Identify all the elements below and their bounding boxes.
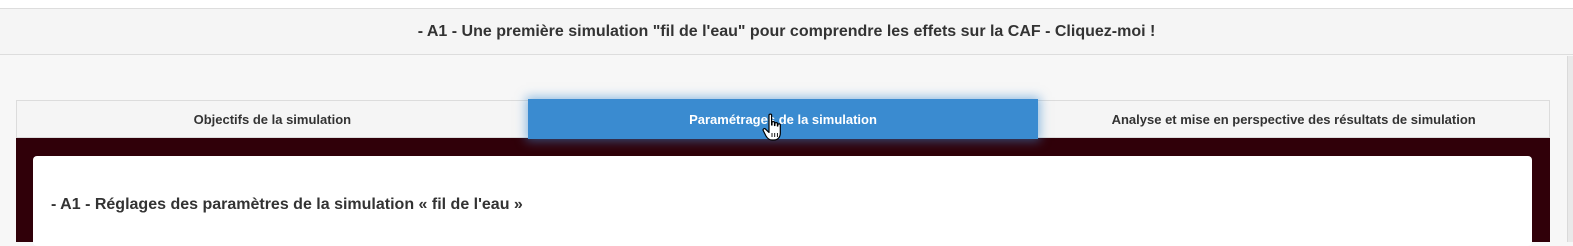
vertical-scrollbar[interactable] [1567, 56, 1573, 242]
accordion-header[interactable]: - A1 - Une première simulation "fil de l… [0, 9, 1573, 55]
accordion-header-title: - A1 - Une première simulation "fil de l… [417, 22, 1156, 40]
section-title: - A1 - Réglages des paramètres de la sim… [51, 196, 523, 213]
tab-analyse[interactable]: Analyse et mise en perspective des résul… [1038, 101, 1549, 137]
top-strip [0, 0, 1573, 9]
content-card: - A1 - Réglages des paramètres de la sim… [33, 156, 1532, 246]
spacer [0, 56, 1573, 100]
tab-objectifs-label: Objectifs de la simulation [193, 111, 352, 127]
tab-objectifs[interactable]: Objectifs de la simulation [17, 101, 528, 137]
hand-pointer-icon [762, 113, 781, 141]
tab-analyse-label: Analyse et mise en perspective des résul… [1111, 111, 1476, 127]
